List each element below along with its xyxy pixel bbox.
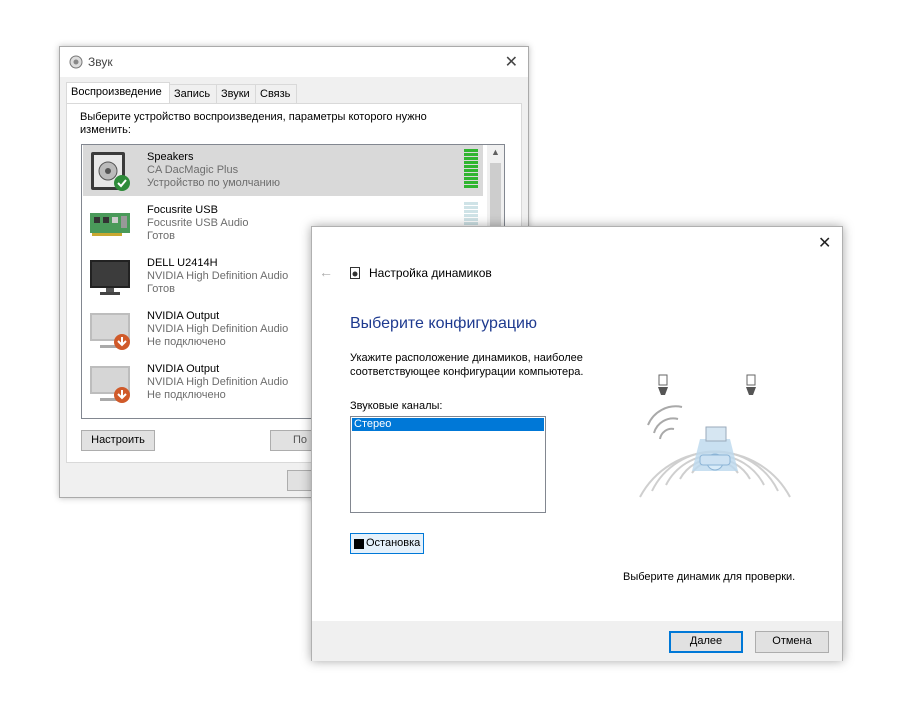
monitor-disconnected-icon — [90, 313, 130, 350]
dialog-footer: Далее Отмена — [312, 621, 842, 661]
device-driver: NVIDIA High Definition Audio — [147, 270, 289, 282]
channel-item-stereo[interactable]: Стерео — [352, 418, 544, 431]
level-meter-active — [464, 149, 478, 191]
scroll-up-icon[interactable]: ▲ — [487, 147, 504, 157]
device-status: Не подключено — [147, 389, 226, 401]
left-speaker-icon — [658, 374, 668, 395]
dialog-close-icon[interactable]: ✕ — [818, 233, 831, 253]
device-driver: NVIDIA High Definition Audio — [147, 376, 289, 388]
stop-button-label: Остановка — [366, 537, 421, 549]
monitor-icon — [90, 260, 130, 295]
speaker-small-icon — [350, 267, 360, 279]
device-name: Speakers — [147, 151, 194, 163]
configure-button[interactable]: Настроить — [81, 430, 155, 451]
next-button[interactable]: Далее — [669, 631, 743, 653]
device-driver: NVIDIA High Definition Audio — [147, 323, 289, 335]
speaker-setup-dialog: ✕ ← Настройка динамиков Выберите конфигу… — [311, 226, 843, 661]
sound-window-titlebar: Звук ✕ — [60, 47, 528, 77]
scroll-thumb[interactable] — [490, 163, 501, 233]
sound-window-close-icon[interactable]: ✕ — [505, 52, 518, 72]
dialog-title: Настройка динамиков — [369, 266, 492, 280]
device-name: Focusrite USB — [147, 204, 218, 216]
right-speaker-icon — [746, 374, 756, 395]
speaker-title-icon — [69, 55, 83, 69]
speaker-icon — [91, 152, 130, 191]
tab-communications[interactable]: Связь — [255, 84, 297, 103]
list-item-speakers[interactable]: Speakers CA DacMagic Plus Устройство по … — [83, 145, 483, 196]
config-description: Укажите расположение динамиков, наиболее… — [350, 352, 584, 378]
test-hint: Выберите динамик для проверки. — [623, 571, 796, 583]
cancel-button[interactable]: Отмена — [755, 631, 829, 653]
config-heading: Выберите конфигурацию — [350, 315, 537, 332]
device-name: NVIDIA Output — [147, 363, 220, 375]
device-status: Устройство по умолчанию — [147, 177, 281, 189]
device-status: Готов — [147, 230, 175, 242]
stop-icon — [354, 539, 364, 549]
stop-button[interactable]: Остановка — [350, 533, 424, 554]
tab-recording[interactable]: Запись — [169, 84, 217, 103]
device-status: Готов — [147, 283, 175, 295]
back-arrow-icon[interactable]: ← — [319, 264, 333, 280]
device-driver: CA DacMagic Plus — [147, 164, 239, 176]
sound-window-title: Звук — [88, 55, 113, 69]
channels-label: Звуковые каналы: — [350, 400, 443, 412]
device-driver: Focusrite USB Audio — [147, 217, 249, 229]
tab-playback[interactable]: Воспроизведение — [66, 82, 170, 103]
device-status: Не подключено — [147, 336, 226, 348]
playback-instruction: Выберите устройство воспроизведения, пар… — [80, 111, 427, 136]
device-name: DELL U2414H — [147, 257, 218, 269]
channels-list[interactable]: Стерео — [350, 416, 546, 513]
sound-card-icon — [90, 213, 130, 236]
speaker-layout-diagram — [639, 374, 791, 498]
tab-sounds[interactable]: Звуки — [216, 84, 256, 103]
device-name: NVIDIA Output — [147, 310, 220, 322]
monitor-disconnected-icon — [90, 366, 130, 403]
